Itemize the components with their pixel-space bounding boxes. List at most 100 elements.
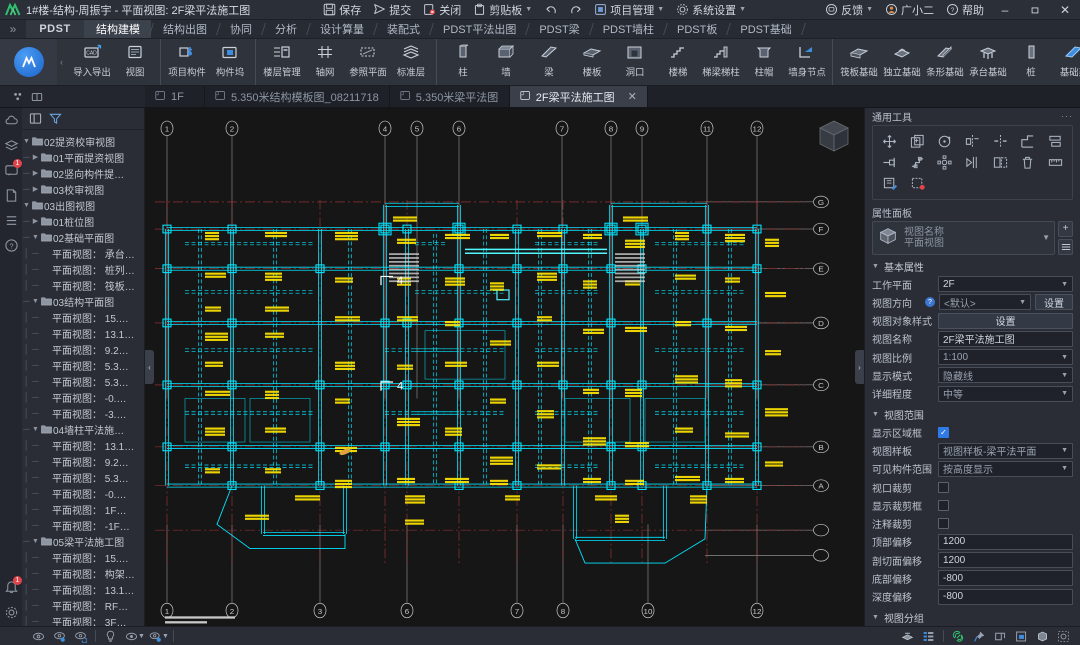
depth-offset-input[interactable]: -800: [938, 589, 1073, 605]
system-settings-button[interactable]: 系统设置 ▼: [670, 0, 752, 20]
move-icon[interactable]: [877, 131, 903, 152]
ribbon-btn-pile[interactable]: 桩: [1009, 39, 1052, 85]
ribbon-tab-pdst-flat-drawing[interactable]: PDST平法出图: [431, 20, 527, 38]
ribbon-home-orb[interactable]: [0, 39, 57, 85]
crop-region-icon[interactable]: [990, 627, 1011, 645]
tree-view-item[interactable]: │ ─ 平面视图： 1F…: [22, 501, 144, 517]
ribbon-btn-column[interactable]: 柱: [441, 39, 484, 85]
collapse-right-panel-button[interactable]: ›: [855, 350, 864, 384]
tree-folder-item[interactable]: ─ ▼ 04墙柱平法施…: [22, 421, 144, 437]
notification-icon[interactable]: 1: [3, 579, 19, 595]
ribbon-btn-strip-foundation[interactable]: 条形基础: [923, 39, 966, 85]
tree-view-item[interactable]: │ ─ 平面视图： 桩列…: [22, 261, 144, 277]
minimize-button[interactable]: –: [990, 0, 1020, 20]
ribbon-tab-design-quantity[interactable]: 设计算量: [308, 20, 375, 38]
rotate-icon[interactable]: [932, 131, 958, 152]
tree-folder-item[interactable]: ─ ▼ 02基础平面图: [22, 229, 144, 245]
tree-view-item[interactable]: │ ─ 平面视图： 15.…: [22, 549, 144, 565]
link-icon[interactable]: [948, 627, 969, 645]
view-object-style-settings-button[interactable]: 设置: [938, 313, 1073, 329]
tile-views-icon[interactable]: [10, 86, 28, 108]
tree-expand-toggle[interactable]: ▼: [31, 538, 40, 545]
collapse-left-panel-button[interactable]: ‹: [145, 350, 154, 384]
plus-icon[interactable]: +: [1058, 221, 1073, 237]
ribbon-btn-project-component[interactable]: 项目构件: [165, 39, 208, 85]
ribbon-btn-slab[interactable]: 楼板: [570, 39, 613, 85]
ribbon-btn-opening[interactable]: 洞口: [613, 39, 656, 85]
delete-icon[interactable]: [1015, 152, 1041, 173]
doc-tab-2f-beam-construction[interactable]: 2F梁平法施工图 ✕: [510, 86, 648, 107]
section-box-icon[interactable]: [897, 627, 918, 645]
show-crop-box-checkbox[interactable]: [938, 500, 949, 511]
mirror-line-icon[interactable]: [987, 131, 1013, 152]
close-doc-button[interactable]: 关闭: [417, 0, 467, 20]
ribbon-tab-collaboration[interactable]: 协同: [218, 20, 263, 38]
view-selector-dropdown[interactable]: 视图名称 平面视图 ▼: [872, 221, 1055, 255]
selected-element[interactable]: [497, 290, 509, 300]
split-icon[interactable]: [987, 152, 1013, 173]
detail-level-select[interactable]: 中等 ▼: [938, 386, 1073, 402]
ribbon-btn-pile-cap-foundation[interactable]: 承台基础: [966, 39, 1009, 85]
tree-folder-item[interactable]: ─ ▼ 03结构平面图: [22, 293, 144, 309]
tree-folder-item[interactable]: ─ ▼ 05梁平法施工图: [22, 533, 144, 549]
help-tooltip-icon[interactable]: ?: [925, 297, 935, 307]
ribbon-btn-grid-axis[interactable]: 轴网: [303, 39, 346, 85]
tree-view-item[interactable]: │ ─ 平面视图： 9.2…: [22, 341, 144, 357]
tree-expand-toggle[interactable]: ▼: [22, 138, 31, 145]
section-view-grouping[interactable]: ▼ 视图分组: [865, 609, 1080, 626]
view-direction-settings-button[interactable]: 设置: [1035, 294, 1073, 310]
tree-expand-toggle[interactable]: ▶: [31, 153, 40, 161]
tree-view-item[interactable]: │ ─ 平面视图： -1F…: [22, 517, 144, 533]
ribbon-btn-floor-manage[interactable]: 楼层管理: [260, 39, 303, 85]
save-button[interactable]: 保存: [317, 0, 367, 20]
ribbon-tab-pdst-foundation[interactable]: PDST基础: [728, 20, 802, 38]
double-chevron-right-icon[interactable]: »: [0, 20, 26, 38]
tree-expand-toggle[interactable]: ▶: [31, 185, 40, 193]
document-icon[interactable]: [3, 187, 19, 203]
pin-icon[interactable]: [969, 627, 990, 645]
annotation-crop-checkbox[interactable]: [938, 518, 949, 529]
more-options-icon[interactable]: ···: [1061, 111, 1073, 121]
tree-folder-item[interactable]: ─ ▶ 01平面提资视图: [22, 149, 144, 165]
ribbon-btn-wall-node[interactable]: 墙身节点: [785, 39, 828, 85]
ribbon-btn-standard-floor[interactable]: 标准层: [389, 39, 432, 85]
ribbon-btn-column-cap[interactable]: 柱帽: [742, 39, 785, 85]
ribbon-tab-structural-modeling[interactable]: 结构建模: [84, 20, 151, 38]
maximize-button[interactable]: [1020, 0, 1050, 20]
ribbon-tab-pdst-beam[interactable]: PDST梁: [527, 20, 590, 38]
top-offset-input[interactable]: 1200: [938, 534, 1073, 550]
tree-expand-toggle[interactable]: ▼: [31, 298, 40, 305]
ribbon-btn-reference-plane[interactable]: 参照平面: [346, 39, 389, 85]
settings-icon[interactable]: [3, 604, 19, 620]
project-browser-tree[interactable]: ▼ 02提资校审视图 ─ ▶ 01平面提资视图 ─ ▶ 02竖向构件提… ─ ▶ 03校审视图 ▼ 03…: [22, 130, 144, 626]
tree-expand-toggle[interactable]: ▼: [22, 202, 31, 209]
ribbon-btn-stair[interactable]: 楼梯: [656, 39, 699, 85]
hide-element-icon[interactable]: [28, 627, 49, 645]
tree-view-item[interactable]: │ ─ 平面视图： 5.3…: [22, 469, 144, 485]
align-icon[interactable]: [1015, 131, 1041, 152]
section-view-range[interactable]: ▼ 视图范围: [865, 406, 1080, 423]
measure-icon[interactable]: [1042, 152, 1068, 173]
tree-folder-item[interactable]: ▼ 02提资校审视图: [22, 133, 144, 149]
tree-expand-toggle[interactable]: ▶: [31, 169, 40, 177]
list-icon[interactable]: [3, 212, 19, 228]
ribbon-scroll-left[interactable]: ‹: [57, 39, 66, 85]
ribbon-btn-stair-beam-column[interactable]: 梯梁梯柱: [699, 39, 742, 85]
feedback-button[interactable]: 反馈 ▼: [819, 0, 879, 20]
array-icon[interactable]: [932, 152, 958, 173]
render-icon[interactable]: [1032, 627, 1053, 645]
view-direction-select[interactable]: <默认> ▼: [939, 294, 1031, 310]
offset-icon[interactable]: [1042, 131, 1068, 152]
worksets-icon[interactable]: [918, 627, 939, 645]
layers-icon[interactable]: [3, 137, 19, 153]
tree-folder-item[interactable]: ▼ 03出图视图: [22, 197, 144, 213]
ribbon-btn-view[interactable]: 视图: [113, 39, 156, 85]
tree-expand-toggle[interactable]: ▼: [31, 426, 40, 433]
help-circle-icon[interactable]: ?: [3, 237, 19, 253]
ribbon-btn-component-dock[interactable]: 构件坞: [208, 39, 251, 85]
clipboard-button[interactable]: 剪贴板 ▼: [467, 0, 538, 20]
doc-tab-1f[interactable]: 1F: [145, 86, 205, 107]
section-basic-properties[interactable]: ▼ 基本属性: [865, 258, 1080, 275]
select-filter-icon[interactable]: [905, 173, 931, 194]
show-region-box-checkbox[interactable]: ✓: [938, 427, 949, 438]
